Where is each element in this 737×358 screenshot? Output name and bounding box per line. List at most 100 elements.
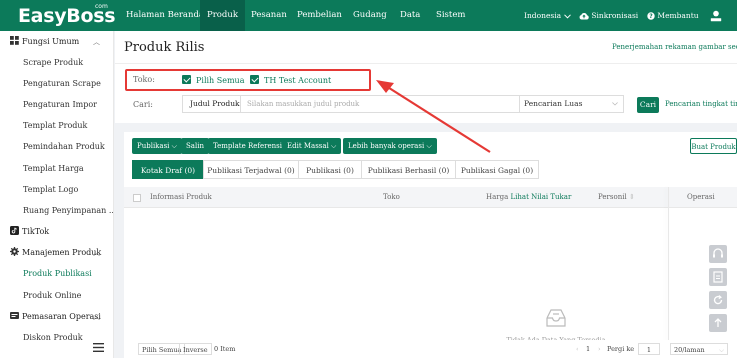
chevron-up-icon: ︿ (93, 38, 100, 46)
help-label: Membantu (657, 11, 699, 20)
tab-publikasi[interactable]: Publikasi (0) (298, 160, 362, 179)
personil-label: Personil (598, 193, 627, 201)
divider (115, 63, 737, 64)
sidebar-group-label: Manajemen Produk (22, 248, 102, 257)
prev-page-icon[interactable]: ‹ (576, 343, 579, 355)
image-translation-link[interactable]: Penerjemahan rekaman gambar secara m (612, 43, 737, 51)
table-footer: Pilih Semua Inverse 0 Item ‹ 1 › Pergi k… (124, 340, 737, 358)
grid-icon (10, 36, 19, 45)
sidebar-group-tiktok[interactable]: TikTok (0, 222, 113, 242)
chevron-down-icon: ⌵ (331, 142, 337, 150)
document-icon (713, 271, 723, 283)
chevron-up-icon: ︿ (93, 313, 100, 321)
nav-item-pesanan[interactable]: Pesanan (244, 0, 294, 31)
headset-icon (713, 248, 723, 258)
sync-button[interactable]: Sinkronisasi (579, 0, 638, 31)
harga-label: Harga (486, 193, 509, 201)
page-size-label: 20/laman (674, 346, 705, 354)
marketing-icon (10, 312, 19, 319)
inverse-button[interactable]: Inverse (179, 343, 212, 355)
search-label: Cari: (133, 100, 153, 109)
sidebar: Fungsi Umum ︿ Scrape Produk Pengaturan S… (0, 31, 114, 358)
sidebar-item-scrape-produk[interactable]: Scrape Produk (0, 53, 113, 73)
search-button[interactable]: Cari (637, 97, 659, 113)
goto-label: Pergi ke (607, 345, 635, 353)
search-mode-select[interactable]: Pencarian Luas (519, 96, 625, 112)
sidebar-group-manajemen-produk[interactable]: Manajemen Produk ︿ (0, 243, 113, 263)
user-avatar[interactable] (710, 0, 722, 31)
sidebar-item-pemindahan-produk[interactable]: Pemindahan Produk (0, 137, 113, 157)
gear-icon (10, 247, 19, 256)
bulk-edit-label: Edit Massal (287, 142, 329, 150)
chevron-down-icon: ⌵ (171, 142, 177, 150)
brand-logo[interactable]: EasyBoss com (18, 3, 122, 29)
nav-item-produk[interactable]: Produk (200, 0, 245, 31)
sidebar-item-pengaturan-impor[interactable]: Pengaturan Impor (0, 95, 113, 115)
back-to-top-button[interactable] (709, 314, 727, 332)
advanced-search-link[interactable]: Pencarian tingkat tingg (665, 100, 737, 108)
sidebar-group-label: Pemasaran Operasi (22, 312, 101, 321)
document-button[interactable] (709, 268, 727, 286)
tab-publikasi-berhasil[interactable]: Publikasi Berhasil (0) (361, 160, 456, 179)
tab-publikasi-terjadwal[interactable]: Publikasi Terjadwal (0) (203, 160, 299, 179)
chevron-down-icon (612, 102, 618, 106)
next-page-icon[interactable]: › (598, 343, 601, 355)
tab-kotak-draf[interactable]: Kotak Draf (0) (132, 160, 204, 179)
product-list-card: Publikasi ⌵ Salin Template Referensi Edi… (124, 132, 737, 358)
sidebar-item-templat-logo[interactable]: Templat Logo (0, 180, 113, 200)
empty-box-icon (546, 309, 566, 327)
fixed-column-edge (668, 187, 669, 351)
refresh-button[interactable] (709, 291, 727, 309)
page-title: Produk Rilis (124, 40, 205, 55)
sidebar-group-label: TikTok (22, 227, 50, 236)
user-icon (710, 10, 722, 22)
sidebar-item-pengaturan-scrape[interactable]: Pengaturan Scrape (0, 74, 113, 94)
refresh-icon (713, 295, 723, 305)
publish-button[interactable]: Publikasi ⌵ (132, 138, 182, 154)
cloud-sync-icon (579, 13, 589, 20)
menu-collapse-icon[interactable] (93, 343, 104, 352)
goto-page-input[interactable]: 1 (638, 343, 660, 355)
create-product-button[interactable]: Buat Produk (690, 138, 737, 154)
chevron-down-icon: ⌵ (719, 346, 724, 354)
sidebar-item-ruang-penyimpanan[interactable]: Ruang Penyimpanan ... (0, 201, 113, 221)
nav-item-pembelian[interactable]: Pembelian (290, 0, 349, 31)
template-reference-button[interactable]: Template Referensi (208, 138, 287, 154)
top-nav: EasyBoss com Halaman Beranda Produk Pesa… (0, 0, 737, 31)
nav-item-data[interactable]: Data (393, 0, 427, 31)
item-count: 0 Item (214, 345, 236, 353)
arrow-up-icon (714, 318, 722, 327)
tiktok-icon (10, 226, 19, 235)
nav-item-beranda[interactable]: Halaman Beranda (119, 0, 211, 31)
annotation-arrow (376, 80, 491, 153)
exchange-rate-link[interactable]: Lihat Nilai Tukar (511, 193, 572, 201)
help-button[interactable]: ? Membantu (647, 0, 699, 31)
page-size-select[interactable]: 20/laman ⌵ (670, 343, 728, 355)
customer-service-button[interactable] (709, 245, 727, 263)
sort-icon: ⇕ (628, 193, 635, 201)
copy-button[interactable]: Salin (181, 138, 209, 154)
search-field-select[interactable]: Judul Produk (183, 96, 241, 112)
tab-publikasi-gagal[interactable]: Publikasi Gagal (0) (455, 160, 539, 179)
page-number[interactable]: 1 (586, 343, 590, 355)
publish-label: Publikasi (137, 142, 170, 150)
svg-text:?: ? (649, 13, 653, 20)
sidebar-item-produk-publikasi[interactable]: Produk Publikasi (0, 264, 113, 284)
brand-suffix: com (95, 3, 108, 10)
nav-item-sistem[interactable]: Sistem (429, 0, 472, 31)
col-header-personil[interactable]: Personil ⇕ (598, 187, 635, 208)
empty-state: Tidak Ada Data Yang Tersedia (506, 306, 606, 344)
language-select[interactable]: Indonesia (524, 0, 571, 31)
sidebar-item-templat-produk[interactable]: Templat Produk (0, 116, 113, 136)
table-header: Informasi Produk Toko Harga Lihat Nilai … (124, 187, 737, 208)
sidebar-group-fungsi-umum[interactable]: Fungsi Umum ︿ (0, 32, 113, 52)
sidebar-group-pemasaran-operasi[interactable]: Pemasaran Operasi ︿ (0, 307, 113, 327)
bulk-edit-button[interactable]: Edit Massal ⌵ (282, 138, 342, 154)
select-all-rows-checkbox[interactable] (133, 194, 141, 202)
col-header-harga: Harga Lihat Nilai Tukar (486, 187, 571, 208)
sidebar-item-templat-harga[interactable]: Templat Harga (0, 159, 113, 179)
sidebar-item-produk-online[interactable]: Produk Online (0, 286, 113, 306)
nav-item-gudang[interactable]: Gudang (346, 0, 394, 31)
help-icon: ? (647, 12, 655, 20)
col-header-informasi: Informasi Produk (150, 193, 212, 201)
